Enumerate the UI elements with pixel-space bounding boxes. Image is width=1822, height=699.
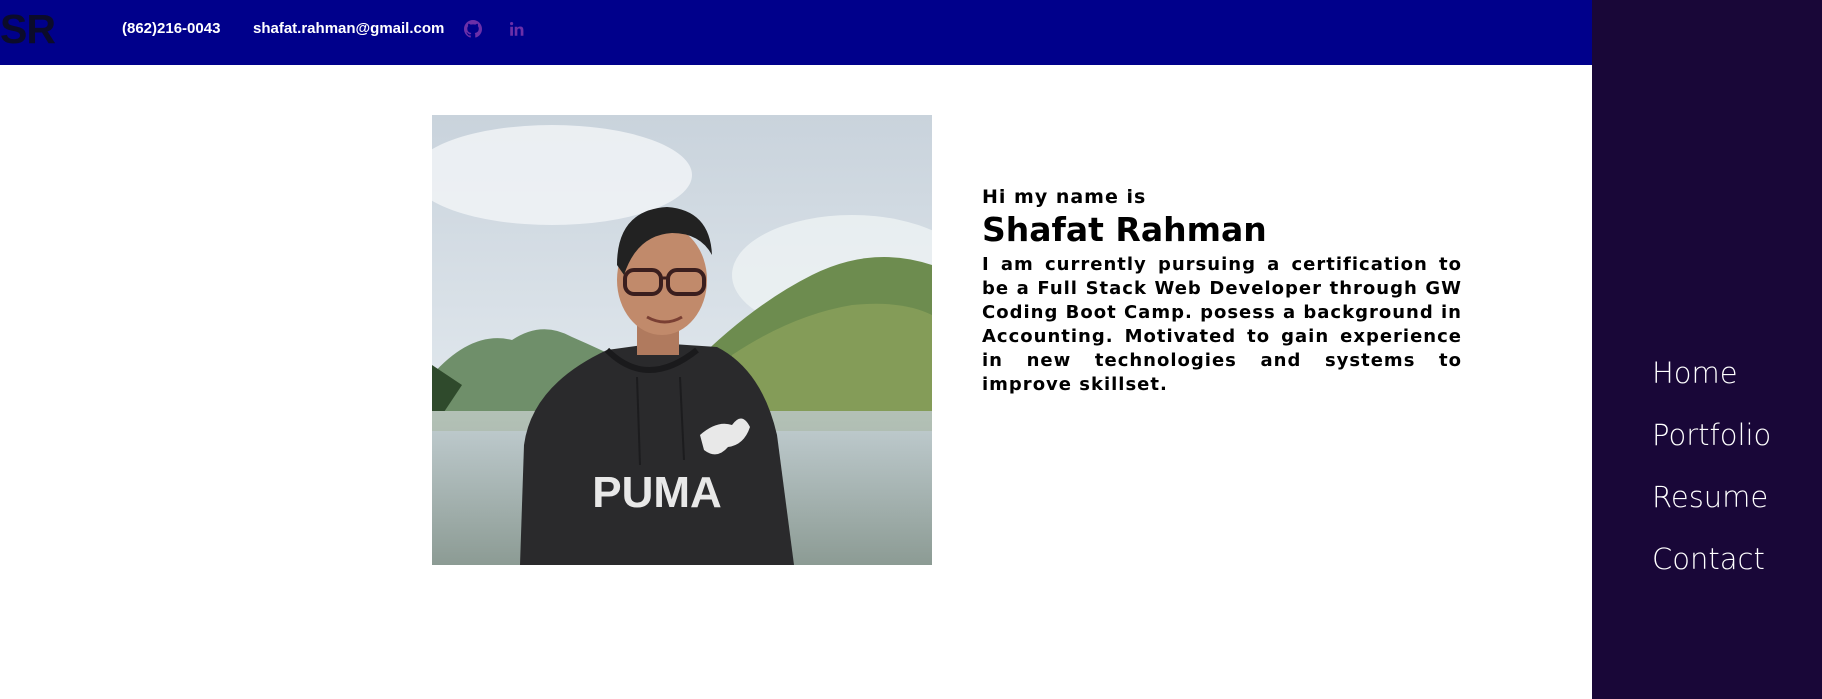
linkedin-icon: [508, 20, 526, 38]
greeting: Hi my name is: [982, 186, 1147, 208]
sidebar-item-resume[interactable]: Resume: [1652, 480, 1768, 514]
intro-section: Hi my name is Shafat Rahman I am current…: [982, 186, 1462, 397]
github-link[interactable]: [464, 20, 482, 38]
sidebar-item-portfolio[interactable]: Portfolio: [1652, 418, 1771, 452]
portfolio-page: SR (862)216-0043 shafat.rahman@gmail.com: [0, 0, 1822, 699]
shirt-logo-text: PUMA: [592, 468, 722, 517]
sidebar-nav: Home Portfolio Resume Contact: [1592, 0, 1822, 699]
profile-photo-illustration: PUMA: [432, 115, 932, 565]
github-icon: [464, 20, 482, 38]
sidebar-item-contact[interactable]: Contact: [1652, 542, 1765, 576]
top-header: SR (862)216-0043 shafat.rahman@gmail.com: [0, 0, 1592, 65]
bio-text: I am currently pursuing a certification …: [982, 254, 1462, 395]
profile-photo: PUMA: [432, 115, 932, 565]
logo[interactable]: SR: [0, 6, 56, 52]
sidebar-item-home[interactable]: Home: [1652, 356, 1738, 390]
name-heading: Shafat Rahman: [982, 210, 1267, 249]
phone-link[interactable]: (862)216-0043: [122, 20, 220, 37]
email-link[interactable]: shafat.rahman@gmail.com: [253, 20, 444, 37]
linkedin-link[interactable]: [508, 20, 526, 38]
